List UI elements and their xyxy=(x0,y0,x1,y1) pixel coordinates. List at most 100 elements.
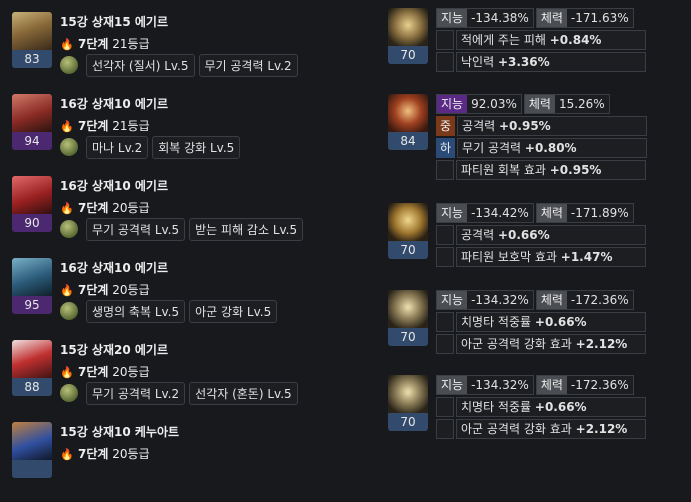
grade-slot xyxy=(436,312,454,332)
equipment-item[interactable]: 83 15강 상재15 에기르 🔥 7단계 21등급 선각자 (질서) Lv.5 무기 공… xyxy=(12,12,360,92)
stat-label: 지능 xyxy=(437,291,468,309)
effect-cell: 낙인력 +3.36% xyxy=(456,52,646,72)
stat-label: 체력 xyxy=(536,291,567,309)
stat-cell: 체력 -171.63% xyxy=(535,8,634,28)
accessory-item[interactable]: 70 지능 -134.42% 체력 -171.89% 공격력 +0.66% 파티원 보호막 … xyxy=(388,203,691,269)
effect-name: 적에게 주는 피해 xyxy=(461,33,546,47)
equipment-item[interactable]: 90 16강 상재10 에기르 🔥 7단계 20등급 무기 공격력 Lv.5 받는 피해 … xyxy=(12,176,360,256)
necklace-icon[interactable]: 70 xyxy=(388,8,428,64)
stat-cell: 지능 -134.32% xyxy=(436,375,534,395)
stage-line: 🔥 7단계 20등급 xyxy=(60,445,150,462)
stat-label: 체력 xyxy=(536,204,567,222)
effect-cell: 아군 공격력 강화 효과 +2.12% xyxy=(456,419,646,439)
effect-row: 적에게 주는 피해 +0.84% xyxy=(436,30,648,50)
stat-cell: 지능 -134.38% xyxy=(436,8,534,28)
effect-name: 치명타 적중률 xyxy=(461,400,532,414)
effect-cell: 공격력 +0.95% xyxy=(457,116,648,136)
item-level-badge: 70 xyxy=(388,413,428,431)
option-chip: 아군 강화 Lv.5 xyxy=(189,299,278,323)
stage-line: 🔥 7단계 21등급 xyxy=(60,35,150,52)
stage-value: 7단계 xyxy=(78,37,109,51)
equipment-item[interactable]: 15강 상재10 케누아트 🔥 7단계 20등급 xyxy=(12,422,360,502)
grade-slot xyxy=(436,397,454,417)
equipment-item[interactable]: 95 16강 상재10 에기르 🔥 7단계 20등급 생명의 축복 Lv.5 아군 강화 … xyxy=(12,258,360,338)
effect-row: 공격력 +0.66% xyxy=(436,225,648,245)
helmet-icon[interactable]: 83 xyxy=(12,12,52,68)
effect-cell: 치명타 적중률 +0.66% xyxy=(456,312,646,332)
stat-cell: 체력 -172.36% xyxy=(535,375,634,395)
item-title: 16강 상재10 에기르 xyxy=(60,261,168,275)
effect-cell: 파티원 보호막 효과 +1.47% xyxy=(456,247,646,267)
item-title: 16강 상재10 에기르 xyxy=(60,97,168,111)
stage-value: 7단계 xyxy=(78,119,109,133)
grade-slot xyxy=(436,160,454,180)
grade-badge: 하 xyxy=(436,138,456,158)
effect-name: 공격력 xyxy=(462,119,496,133)
grade-slot xyxy=(436,334,454,354)
elixir-orb-icon xyxy=(60,220,78,238)
stage-value: 7단계 xyxy=(78,283,109,297)
equipment-list: 83 15강 상재15 에기르 🔥 7단계 21등급 선각자 (질서) Lv.5 무기 공… xyxy=(0,0,360,478)
effect-value: +0.66% xyxy=(534,400,587,414)
equipment-image xyxy=(12,422,52,460)
shoulder-armor-icon[interactable]: 94 xyxy=(12,94,52,150)
equipment-image xyxy=(12,258,52,296)
effect-value: +2.12% xyxy=(575,422,628,436)
flame-icon: 🔥 xyxy=(60,38,74,51)
ring-icon[interactable]: 70 xyxy=(388,290,428,346)
ring-icon[interactable]: 70 xyxy=(388,375,428,431)
item-title: 15강 상재10 케누아트 xyxy=(60,425,180,439)
stage-grade: 20등급 xyxy=(112,283,150,297)
elixir-orb-icon xyxy=(60,56,78,74)
accessory-item[interactable]: 70 지능 -134.38% 체력 -171.63% 적에게 주는 피해 +0.84% 낙인… xyxy=(388,8,691,74)
accessory-item[interactable]: 70 지능 -134.32% 체력 -172.36% 치명타 적중률 +0.66% 아군 공… xyxy=(388,290,691,356)
stat-label: 체력 xyxy=(536,376,567,394)
accessory-image xyxy=(388,8,428,46)
item-level-badge: 90 xyxy=(12,214,52,232)
equipment-image xyxy=(12,176,52,214)
effect-value: +2.12% xyxy=(575,337,628,351)
option-chip: 선각자 (혼돈) Lv.5 xyxy=(189,381,298,405)
stage-value: 7단계 xyxy=(78,201,109,215)
chest-armor-icon[interactable]: 90 xyxy=(12,176,52,232)
weapon-staff-icon[interactable] xyxy=(12,422,52,478)
sub-options: 생명의 축복 Lv.5 아군 강화 Lv.5 xyxy=(60,299,281,323)
effect-row: 파티원 보호막 효과 +1.47% xyxy=(436,247,648,267)
earring-icon[interactable]: 70 xyxy=(388,203,428,259)
sub-options: 무기 공격력 Lv.5 받는 피해 감소 Lv.5 xyxy=(60,217,307,241)
effect-value: +3.36% xyxy=(497,55,550,69)
grade-slot xyxy=(436,419,454,439)
stage-line: 🔥 7단계 21등급 xyxy=(60,117,150,134)
effect-row: 파티원 회복 효과 +0.95% xyxy=(436,160,648,180)
stat-cell: 체력 -171.89% xyxy=(535,203,634,223)
stat-row: 지능 -134.42% 체력 -171.89% xyxy=(436,203,636,223)
effect-cell: 적에게 주는 피해 +0.84% xyxy=(456,30,646,50)
equipment-item[interactable]: 94 16강 상재10 에기르 🔥 7단계 21등급 마나 Lv.2 회복 강화 Lv.5 xyxy=(12,94,360,174)
effect-row: 낙인력 +3.36% xyxy=(436,52,648,72)
grade-slot xyxy=(436,52,454,72)
pants-icon[interactable]: 95 xyxy=(12,258,52,314)
accessory-list: 70 지능 -134.38% 체력 -171.63% 적에게 주는 피해 +0.84% 낙인… xyxy=(388,0,691,463)
option-chip: 생명의 축복 Lv.5 xyxy=(86,299,186,323)
effect-name: 낙인력 xyxy=(461,55,495,69)
grade-slot xyxy=(436,30,454,50)
stat-label: 지능 xyxy=(437,95,468,113)
elixir-orb-icon xyxy=(60,384,78,402)
ability-stone-icon[interactable]: 84 xyxy=(388,94,428,150)
stat-cell: 지능 -134.32% xyxy=(436,290,534,310)
stat-value: -134.38% xyxy=(471,11,529,25)
gloves-icon[interactable]: 88 xyxy=(12,340,52,396)
stage-grade: 21등급 xyxy=(112,119,150,133)
item-level-badge: 95 xyxy=(12,296,52,314)
option-chip: 마나 Lv.2 xyxy=(86,135,149,159)
effect-name: 파티원 회복 효과 xyxy=(461,163,546,177)
accessory-item[interactable]: 84 지능 92.03% 체력 15.26% 중 공격력 +0.95% 하 무기 공격력 +0.… xyxy=(388,94,691,182)
effect-value: +0.80% xyxy=(524,141,577,155)
effect-value: +0.95% xyxy=(499,119,551,133)
grade-slot xyxy=(436,225,454,245)
stat-value: 15.26% xyxy=(558,97,605,111)
stage-value: 7단계 xyxy=(78,365,109,379)
grade-slot xyxy=(436,247,454,267)
equipment-item[interactable]: 88 15강 상재20 에기르 🔥 7단계 20등급 무기 공격력 Lv.2 선각자 (혼… xyxy=(12,340,360,420)
accessory-item[interactable]: 70 지능 -134.32% 체력 -172.36% 치명타 적중률 +0.66% 아군 공… xyxy=(388,375,691,441)
